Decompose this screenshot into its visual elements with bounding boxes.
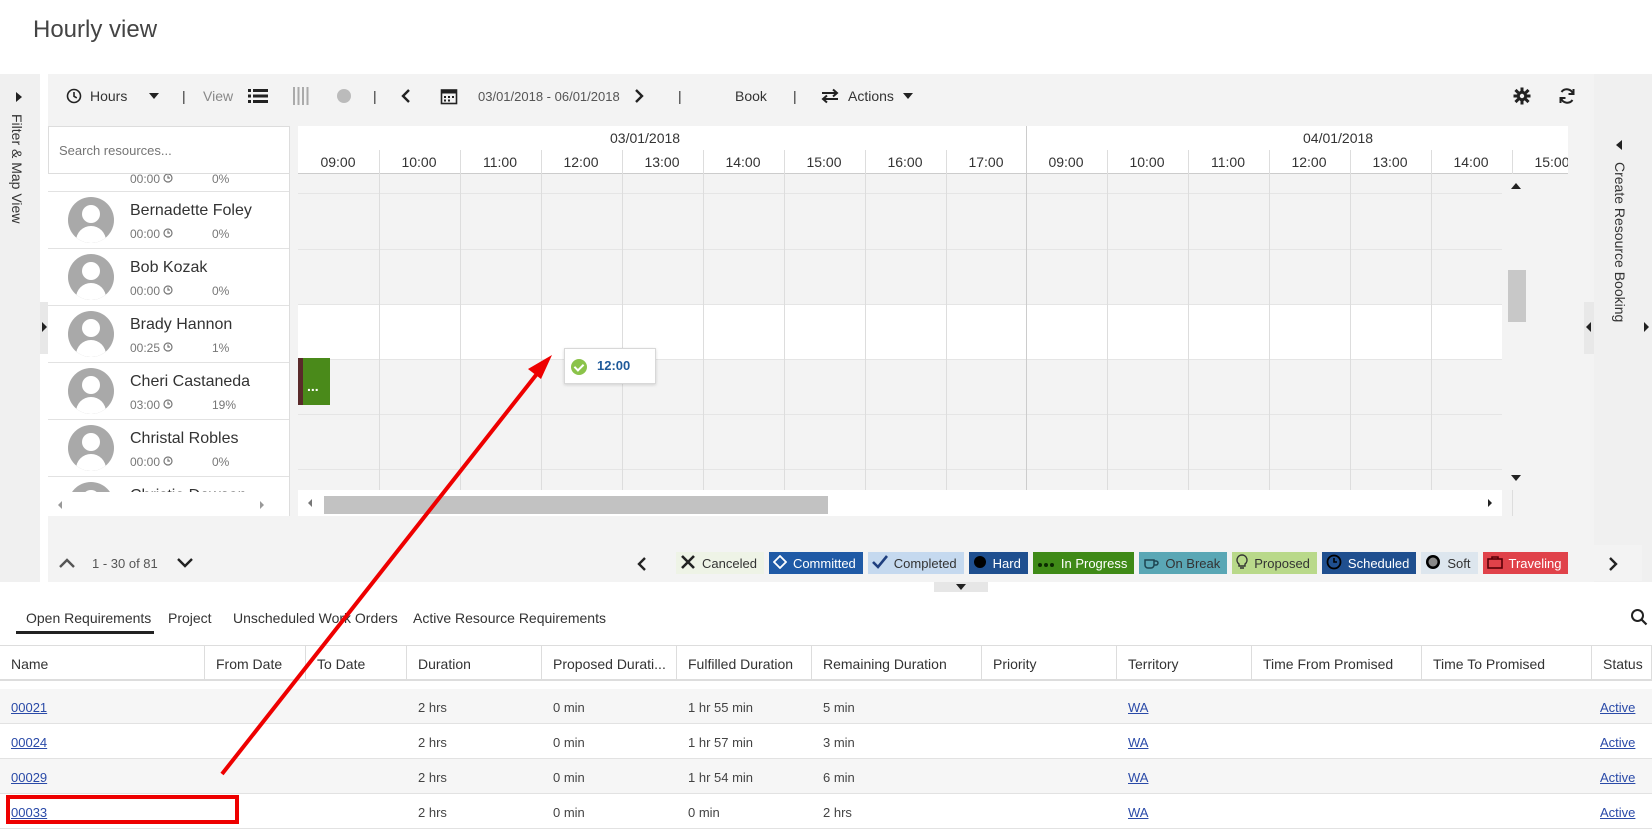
annotation-highlight-box [6,795,239,824]
annotation-arrow [220,355,552,776]
